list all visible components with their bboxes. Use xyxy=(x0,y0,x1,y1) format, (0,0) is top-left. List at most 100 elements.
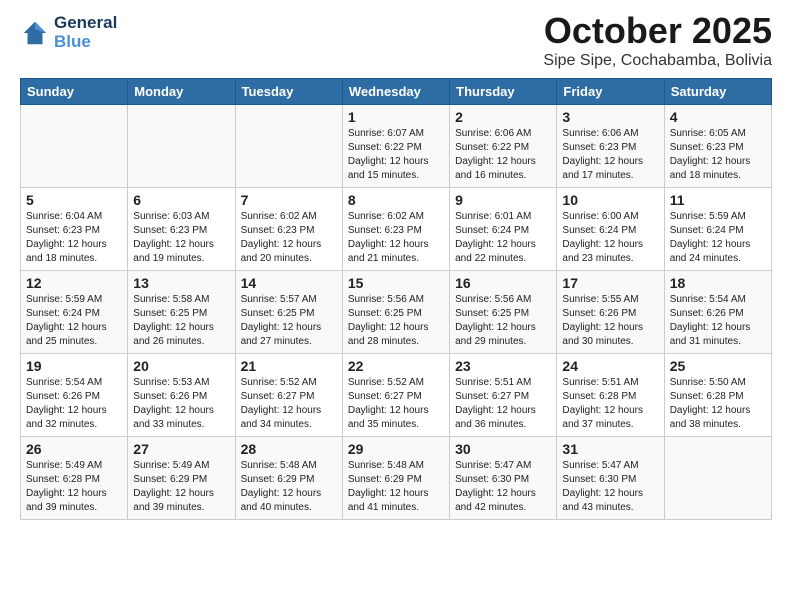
day-info: Sunrise: 5:49 AM Sunset: 6:28 PM Dayligh… xyxy=(26,459,122,515)
day-info: Sunrise: 5:55 AM Sunset: 6:26 PM Dayligh… xyxy=(562,293,658,349)
day-info: Sunrise: 5:47 AM Sunset: 6:30 PM Dayligh… xyxy=(562,459,658,515)
day-info: Sunrise: 6:05 AM Sunset: 6:23 PM Dayligh… xyxy=(670,127,766,183)
day-info: Sunrise: 5:52 AM Sunset: 6:27 PM Dayligh… xyxy=(348,376,444,432)
calendar-cell: 31 Sunrise: 5:47 AM Sunset: 6:30 PM Dayli… xyxy=(557,437,664,520)
day-info: Sunrise: 5:57 AM Sunset: 6:25 PM Dayligh… xyxy=(241,293,337,349)
calendar-cell: 17 Sunrise: 5:55 AM Sunset: 6:26 PM Dayli… xyxy=(557,271,664,354)
calendar-week-4: 19 Sunrise: 5:54 AM Sunset: 6:26 PM Dayli… xyxy=(21,354,772,437)
calendar-cell: 19 Sunrise: 5:54 AM Sunset: 6:26 PM Dayli… xyxy=(21,354,128,437)
weekday-header-saturday: Saturday xyxy=(664,79,771,105)
day-number: 27 xyxy=(133,441,229,457)
weekday-header-monday: Monday xyxy=(128,79,235,105)
day-number: 5 xyxy=(26,192,122,208)
day-info: Sunrise: 6:01 AM Sunset: 6:24 PM Dayligh… xyxy=(455,210,551,266)
logo-text-line1: General xyxy=(54,14,117,33)
calendar-cell: 10Sunrise: 6:00 AM Sunset: 6:24 PM Dayli… xyxy=(557,188,664,271)
calendar-cell xyxy=(21,105,128,188)
day-number: 19 xyxy=(26,358,122,374)
month-title: October 2025 xyxy=(543,10,772,52)
calendar-cell: 16 Sunrise: 5:56 AM Sunset: 6:25 PM Dayli… xyxy=(450,271,557,354)
calendar-cell: 24 Sunrise: 5:51 AM Sunset: 6:28 PM Dayli… xyxy=(557,354,664,437)
logo-text-line2: Blue xyxy=(54,33,117,52)
calendar-cell: 5 Sunrise: 6:04 AM Sunset: 6:23 PM Daylig… xyxy=(21,188,128,271)
calendar-cell: 8 Sunrise: 6:02 AM Sunset: 6:23 PM Daylig… xyxy=(342,188,449,271)
day-number: 11 xyxy=(670,192,766,208)
day-info: Sunrise: 5:49 AM Sunset: 6:29 PM Dayligh… xyxy=(133,459,229,515)
day-info: Sunrise: 5:51 AM Sunset: 6:28 PM Dayligh… xyxy=(562,376,658,432)
day-number: 16 xyxy=(455,275,551,291)
day-info: Sunrise: 6:03 AM Sunset: 6:23 PM Dayligh… xyxy=(133,210,229,266)
day-number: 30 xyxy=(455,441,551,457)
day-number: 1 xyxy=(348,109,444,125)
day-info: Sunrise: 6:02 AM Sunset: 6:23 PM Dayligh… xyxy=(348,210,444,266)
day-number: 20 xyxy=(133,358,229,374)
header: General Blue October 2025 Sipe Sipe, Coc… xyxy=(20,10,772,70)
calendar-cell: 26 Sunrise: 5:49 AM Sunset: 6:28 PM Dayli… xyxy=(21,437,128,520)
calendar-cell: 23Sunrise: 5:51 AM Sunset: 6:27 PM Dayli… xyxy=(450,354,557,437)
calendar-cell: 21 Sunrise: 5:52 AM Sunset: 6:27 PM Dayli… xyxy=(235,354,342,437)
day-info: Sunrise: 5:48 AM Sunset: 6:29 PM Dayligh… xyxy=(241,459,337,515)
day-info: Sunrise: 5:54 AM Sunset: 6:26 PM Dayligh… xyxy=(26,376,122,432)
calendar-table: SundayMondayTuesdayWednesdayThursdayFrid… xyxy=(20,78,772,520)
title-section: October 2025 Sipe Sipe, Cochabamba, Boli… xyxy=(543,10,772,70)
calendar-cell: 27 Sunrise: 5:49 AM Sunset: 6:29 PM Dayli… xyxy=(128,437,235,520)
day-number: 31 xyxy=(562,441,658,457)
day-number: 6 xyxy=(133,192,229,208)
day-number: 17 xyxy=(562,275,658,291)
day-info: Sunrise: 6:04 AM Sunset: 6:23 PM Dayligh… xyxy=(26,210,122,266)
day-info: Sunrise: 5:56 AM Sunset: 6:25 PM Dayligh… xyxy=(455,293,551,349)
day-number: 7 xyxy=(241,192,337,208)
day-number: 22 xyxy=(348,358,444,374)
calendar-cell: 30Sunrise: 5:47 AM Sunset: 6:30 PM Dayli… xyxy=(450,437,557,520)
calendar-week-2: 5 Sunrise: 6:04 AM Sunset: 6:23 PM Daylig… xyxy=(21,188,772,271)
calendar-cell: 3 Sunrise: 6:06 AM Sunset: 6:23 PM Daylig… xyxy=(557,105,664,188)
calendar-cell: 1 Sunrise: 6:07 AM Sunset: 6:22 PM Daylig… xyxy=(342,105,449,188)
day-info: Sunrise: 6:06 AM Sunset: 6:23 PM Dayligh… xyxy=(562,127,658,183)
day-number: 21 xyxy=(241,358,337,374)
day-info: Sunrise: 5:48 AM Sunset: 6:29 PM Dayligh… xyxy=(348,459,444,515)
calendar-cell xyxy=(235,105,342,188)
day-number: 8 xyxy=(348,192,444,208)
day-info: Sunrise: 5:58 AM Sunset: 6:25 PM Dayligh… xyxy=(133,293,229,349)
calendar-week-1: 1 Sunrise: 6:07 AM Sunset: 6:22 PM Daylig… xyxy=(21,105,772,188)
weekday-header-friday: Friday xyxy=(557,79,664,105)
calendar-cell: 11 Sunrise: 5:59 AM Sunset: 6:24 PM Dayli… xyxy=(664,188,771,271)
calendar-cell: 18Sunrise: 5:54 AM Sunset: 6:26 PM Dayli… xyxy=(664,271,771,354)
calendar-cell: 9 Sunrise: 6:01 AM Sunset: 6:24 PM Daylig… xyxy=(450,188,557,271)
day-number: 9 xyxy=(455,192,551,208)
day-number: 24 xyxy=(562,358,658,374)
day-info: Sunrise: 6:00 AM Sunset: 6:24 PM Dayligh… xyxy=(562,210,658,266)
day-info: Sunrise: 5:51 AM Sunset: 6:27 PM Dayligh… xyxy=(455,376,551,432)
calendar-cell: 12Sunrise: 5:59 AM Sunset: 6:24 PM Dayli… xyxy=(21,271,128,354)
calendar-cell: 4Sunrise: 6:05 AM Sunset: 6:23 PM Daylig… xyxy=(664,105,771,188)
calendar-cell: 20 Sunrise: 5:53 AM Sunset: 6:26 PM Dayli… xyxy=(128,354,235,437)
day-number: 26 xyxy=(26,441,122,457)
weekday-header-row: SundayMondayTuesdayWednesdayThursdayFrid… xyxy=(21,79,772,105)
day-info: Sunrise: 6:02 AM Sunset: 6:23 PM Dayligh… xyxy=(241,210,337,266)
calendar-week-5: 26 Sunrise: 5:49 AM Sunset: 6:28 PM Dayli… xyxy=(21,437,772,520)
calendar-cell: 28Sunrise: 5:48 AM Sunset: 6:29 PM Dayli… xyxy=(235,437,342,520)
weekday-header-thursday: Thursday xyxy=(450,79,557,105)
logo-icon xyxy=(20,18,50,48)
day-number: 14 xyxy=(241,275,337,291)
day-number: 3 xyxy=(562,109,658,125)
day-number: 13 xyxy=(133,275,229,291)
weekday-header-sunday: Sunday xyxy=(21,79,128,105)
day-info: Sunrise: 5:52 AM Sunset: 6:27 PM Dayligh… xyxy=(241,376,337,432)
day-info: Sunrise: 5:59 AM Sunset: 6:24 PM Dayligh… xyxy=(26,293,122,349)
day-info: Sunrise: 5:53 AM Sunset: 6:26 PM Dayligh… xyxy=(133,376,229,432)
day-info: Sunrise: 5:59 AM Sunset: 6:24 PM Dayligh… xyxy=(670,210,766,266)
calendar-cell: 7 Sunrise: 6:02 AM Sunset: 6:23 PM Daylig… xyxy=(235,188,342,271)
day-number: 25 xyxy=(670,358,766,374)
calendar-cell: 14 Sunrise: 5:57 AM Sunset: 6:25 PM Dayli… xyxy=(235,271,342,354)
day-info: Sunrise: 5:56 AM Sunset: 6:25 PM Dayligh… xyxy=(348,293,444,349)
calendar-cell: 22 Sunrise: 5:52 AM Sunset: 6:27 PM Dayli… xyxy=(342,354,449,437)
calendar-cell xyxy=(664,437,771,520)
calendar-cell: 6 Sunrise: 6:03 AM Sunset: 6:23 PM Daylig… xyxy=(128,188,235,271)
calendar-cell xyxy=(128,105,235,188)
day-info: Sunrise: 6:07 AM Sunset: 6:22 PM Dayligh… xyxy=(348,127,444,183)
calendar-cell: 2Sunrise: 6:06 AM Sunset: 6:22 PM Daylig… xyxy=(450,105,557,188)
calendar-cell: 15Sunrise: 5:56 AM Sunset: 6:25 PM Dayli… xyxy=(342,271,449,354)
calendar-cell: 25Sunrise: 5:50 AM Sunset: 6:28 PM Dayli… xyxy=(664,354,771,437)
logo: General Blue xyxy=(20,14,117,51)
